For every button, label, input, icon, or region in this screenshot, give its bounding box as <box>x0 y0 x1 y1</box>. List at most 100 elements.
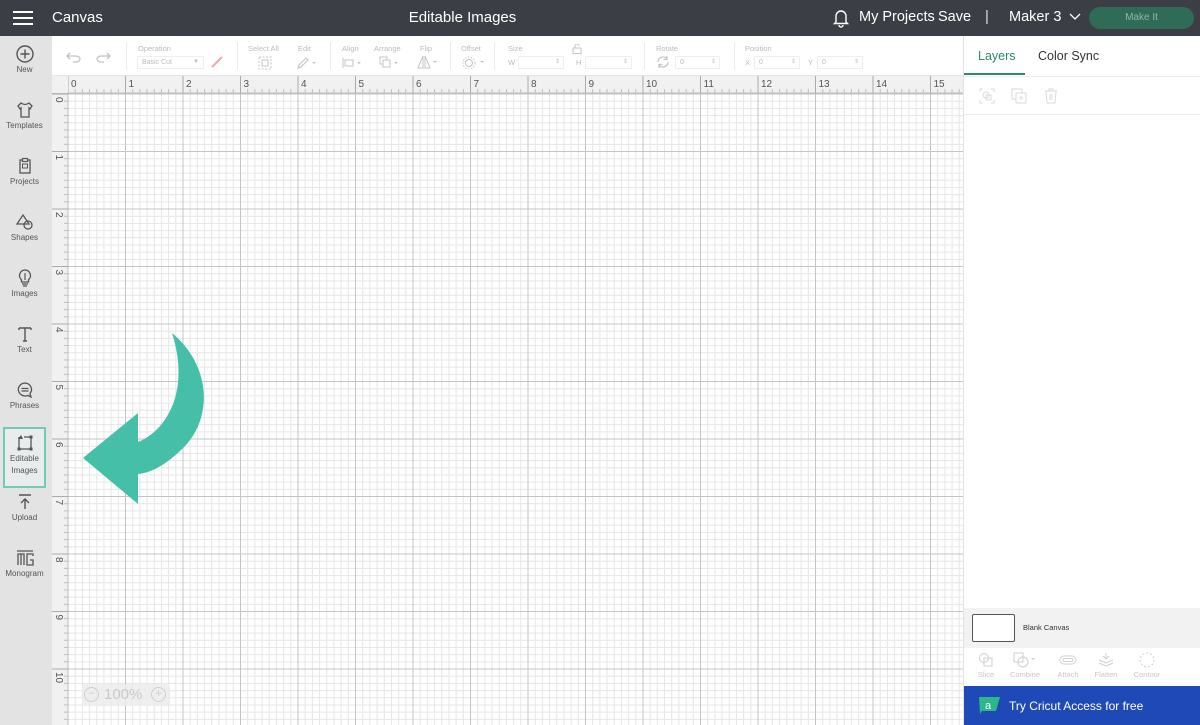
sidebar-item-templates[interactable]: Templates <box>3 100 46 158</box>
operation-label: Operation <box>138 44 171 53</box>
my-projects-link[interactable]: My Projects <box>859 9 935 25</box>
toolbar-divider <box>126 42 127 70</box>
ruler-y-label: 3 <box>53 270 64 276</box>
ruler-x-label: 5 <box>359 79 365 90</box>
layers-panel: Layers Color Sync Blank Canvas Slice Com… <box>963 36 1200 725</box>
sidebar-item-monogram[interactable]: Monogram <box>3 548 46 606</box>
sidebar-item-images[interactable]: Images <box>3 268 46 326</box>
blank-canvas-layer[interactable]: Blank Canvas <box>964 608 1200 648</box>
x-position-input[interactable]: 0 ⇕ <box>754 56 800 69</box>
attach-icon <box>1059 655 1077 665</box>
shapes-icon <box>15 213 33 230</box>
sidebar-label: Templates <box>6 121 43 130</box>
combine-button[interactable]: Combine <box>1008 652 1042 679</box>
offset-icon[interactable] <box>461 55 487 69</box>
zoom-level: 100% <box>104 686 143 703</box>
rotate-value: 0 <box>680 59 684 66</box>
machine-label: Maker 3 <box>1009 9 1062 25</box>
delete-icon[interactable] <box>1043 88 1059 104</box>
redo-icon[interactable] <box>95 51 111 63</box>
combine-label: Combine <box>1009 670 1040 679</box>
contour-button[interactable]: Contour <box>1130 652 1164 679</box>
edit-pencil-icon[interactable] <box>296 56 318 70</box>
ruler-y-label: 10 <box>53 672 64 684</box>
select-all-icon[interactable] <box>258 56 272 70</box>
size-label: Size <box>508 44 523 53</box>
flatten-label: Flatten <box>1094 670 1118 679</box>
sidebar-item-upload[interactable]: Upload <box>3 492 46 550</box>
x-value: 0 <box>759 59 763 66</box>
flip-icon[interactable] <box>416 55 440 69</box>
rotate-input[interactable]: 0 ⇕ <box>675 56 720 69</box>
ruler-y-label: 9 <box>53 615 64 621</box>
document-title: Editable Images <box>408 9 517 26</box>
sidebar-label: New <box>16 65 33 74</box>
zoom-in-button[interactable]: + <box>151 687 166 702</box>
sidebar-label-line2: Images <box>11 466 38 475</box>
height-label: H <box>576 58 582 67</box>
ruler-y-label: 6 <box>53 442 64 448</box>
y-label: Y <box>808 58 814 67</box>
sidebar-label: Upload <box>11 513 38 522</box>
stepper-icon: ⇕ <box>853 59 859 65</box>
machine-select[interactable]: Maker 3 <box>1009 9 1081 25</box>
align-icon[interactable] <box>342 57 364 69</box>
ruler-x-label: 0 <box>71 79 77 90</box>
operation-value: Basic Cut <box>142 59 172 66</box>
upload-icon <box>18 494 31 509</box>
sidebar-item-text[interactable]: Text <box>3 324 46 382</box>
bell-icon[interactable] <box>832 8 850 28</box>
chevron-down-icon <box>1069 13 1081 20</box>
tab-layers[interactable]: Layers <box>978 49 1016 63</box>
linetype-color-icon[interactable] <box>210 55 224 69</box>
active-tab-indicator <box>964 73 1025 75</box>
duplicate-icon[interactable] <box>1011 88 1027 104</box>
sidebar-label: Editable <box>10 454 39 463</box>
ruler-x-label: 14 <box>876 79 888 90</box>
arrange-icon[interactable] <box>379 56 401 70</box>
height-input[interactable]: ⇕ <box>585 56 632 69</box>
tab-color-sync[interactable]: Color Sync <box>1038 49 1099 63</box>
ruler-y-label: 8 <box>53 557 64 563</box>
operation-select[interactable]: Basic Cut ▼ <box>137 56 204 69</box>
undo-icon[interactable] <box>66 51 82 63</box>
flatten-button[interactable]: Flatten <box>1089 652 1123 679</box>
editable-images-icon <box>17 435 32 451</box>
ruler-corner <box>52 76 68 93</box>
lock-icon[interactable] <box>572 44 582 54</box>
svg-text:a: a <box>985 700 992 712</box>
ruler-x-label: 11 <box>704 79 715 90</box>
sidebar-label: Phrases <box>9 401 40 410</box>
zoom-out-button[interactable]: − <box>84 687 99 702</box>
stepper-icon: ⇕ <box>622 59 628 65</box>
rotate-icon[interactable] <box>656 55 670 69</box>
slice-label: Slice <box>977 670 995 679</box>
ruler-x-label: 10 <box>646 79 658 90</box>
cricut-access-logo-icon: a <box>979 697 1000 714</box>
save-button[interactable]: Save <box>938 9 971 25</box>
sidebar-item-shapes[interactable]: Shapes <box>3 212 46 270</box>
ruler-y-label: 7 <box>53 500 64 506</box>
slice-button[interactable]: Slice <box>969 652 1003 679</box>
toolbar-divider <box>644 42 645 70</box>
make-it-button[interactable]: Make It <box>1089 7 1194 29</box>
y-position-input[interactable]: 0 ⇕ <box>817 56 863 69</box>
ruler-x-label: 1 <box>129 79 135 90</box>
toolbar-divider <box>734 42 735 70</box>
ruler-y-label: 2 <box>53 212 64 218</box>
ruler-x-label: 9 <box>589 79 595 90</box>
separator: | <box>985 8 989 25</box>
ruler-y-label: 1 <box>53 155 64 161</box>
left-sidebar: New Templates Projects Shapes Images Tex… <box>0 36 52 725</box>
group-icon[interactable] <box>979 88 995 104</box>
blank-canvas-thumbnail <box>972 614 1015 642</box>
cricut-access-banner[interactable]: a Try Cricut Access for free <box>964 686 1200 725</box>
sidebar-item-new[interactable]: New <box>3 44 46 102</box>
attach-button[interactable]: Attach <box>1051 652 1085 679</box>
sidebar-item-projects[interactable]: Projects <box>3 156 46 214</box>
ruler-x-label: 13 <box>819 79 831 90</box>
top-bar: Canvas Editable Images My Projects Save … <box>0 0 1200 36</box>
design-canvas[interactable]: 0 1 2 3 4 5 6 7 8 9 10 11 12 13 14 15 0 1 2 3 4 5 6 7 8 9 10 <box>52 76 963 725</box>
width-input[interactable]: ⇕ <box>518 56 564 69</box>
sidebar-item-editable-images[interactable]: Editable Images <box>3 427 46 488</box>
